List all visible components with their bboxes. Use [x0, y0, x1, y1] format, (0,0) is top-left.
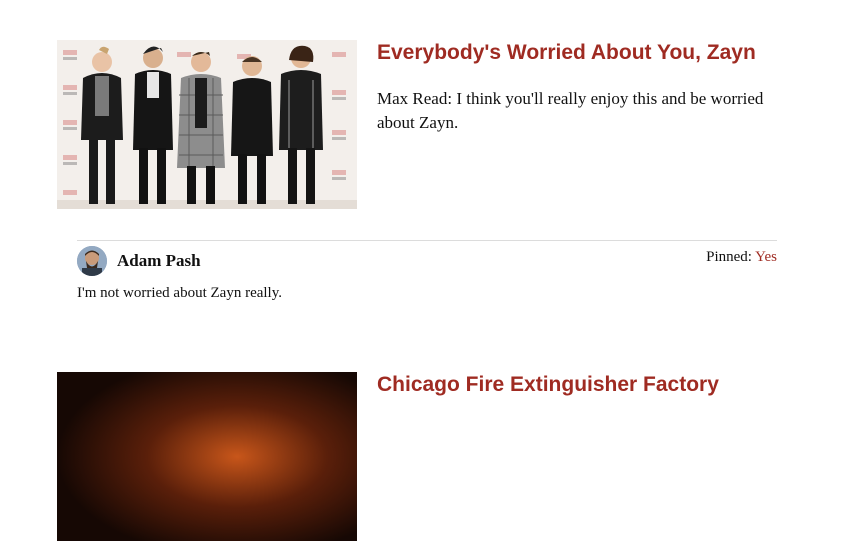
article-excerpt: Max Read: I think you'll really enjoy th…: [377, 89, 764, 132]
avatar[interactable]: [77, 246, 107, 276]
fire-photo: [57, 372, 357, 541]
pinned-status: Pinned: Yes: [706, 248, 777, 266]
article-thumbnail[interactable]: [57, 372, 357, 541]
article-title[interactable]: Chicago Fire Extinguisher Factory: [377, 372, 719, 398]
comment-author[interactable]: Adam Pash: [117, 251, 201, 271]
article-thumbnail[interactable]: [57, 40, 357, 209]
comment: Adam Pash Pinned: Yes I'm not worried ab…: [77, 240, 777, 301]
pinned-value-link[interactable]: Yes: [755, 249, 777, 265]
pinned-label: Pinned:: [706, 249, 752, 265]
user-avatar-icon: [77, 246, 107, 276]
comment-body: I'm not worried about Zayn really.: [77, 285, 282, 301]
band-photo: [57, 40, 357, 209]
article-title[interactable]: Everybody's Worried About You, Zayn: [377, 40, 756, 66]
